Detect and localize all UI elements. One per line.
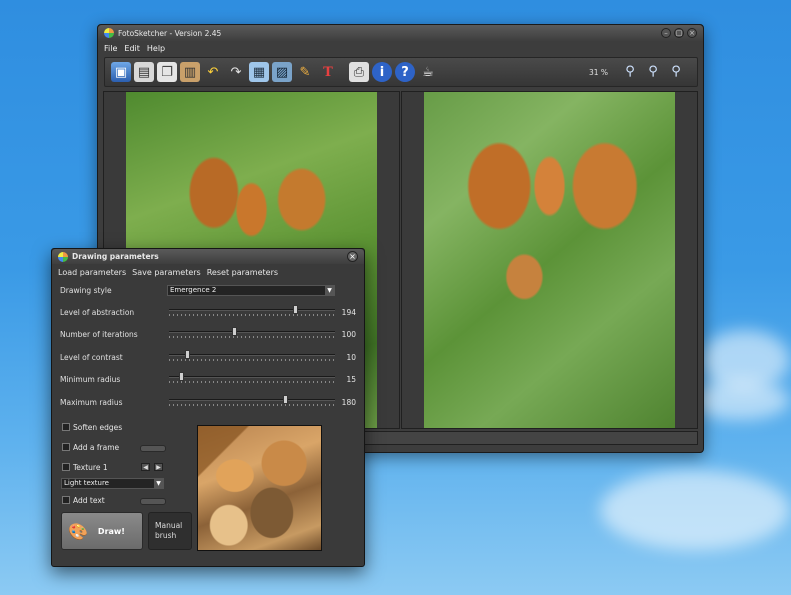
drawing-style-select[interactable]: Emergence 2 ▼ xyxy=(167,285,335,296)
contrast-slider[interactable] xyxy=(169,350,335,362)
texture-checkbox[interactable] xyxy=(62,463,70,471)
drawing-style-value: Emergence 2 xyxy=(170,286,217,294)
dialog-titlebar[interactable]: Drawing parameters × xyxy=(52,249,364,264)
help-icon[interactable]: ? xyxy=(395,62,415,82)
preview-thumbnail xyxy=(197,425,322,551)
drawing-parameters-icon[interactable]: ✎ xyxy=(295,62,315,82)
maximize-button[interactable]: □ xyxy=(674,28,684,38)
slider-label: Minimum radius xyxy=(60,375,121,384)
slider-thumb[interactable] xyxy=(178,372,184,381)
slider-value: 194 xyxy=(341,308,356,317)
toolbar: ▣ ▤ ❐ ▥ ↶ ↷ ▦ ▨ ✎ T ⎙ i ? ☕ 31 % ⚲ ⚲ ⚲ xyxy=(104,57,698,87)
text-options-button[interactable] xyxy=(140,498,166,505)
app-icon xyxy=(104,28,114,38)
coffee-icon[interactable]: ☕ xyxy=(418,62,438,82)
minimize-button[interactable]: – xyxy=(661,28,671,38)
iterations-slider[interactable] xyxy=(169,327,335,339)
background-cloud xyxy=(690,380,790,420)
abstraction-slider[interactable] xyxy=(169,305,335,317)
manual-brush-button[interactable]: Manual brush xyxy=(148,512,192,550)
save-icon[interactable]: ▤ xyxy=(134,62,154,82)
texture-select[interactable]: Light texture ▼ xyxy=(61,478,164,489)
zoom-fit-icon[interactable]: ⚲ xyxy=(643,61,663,81)
drawing-parameters-dialog: Drawing parameters × Load parameters Sav… xyxy=(51,248,365,567)
background-cloud xyxy=(600,470,790,550)
slider-value: 180 xyxy=(341,398,356,407)
info-icon[interactable]: i xyxy=(372,62,392,82)
open-image-icon[interactable]: ▣ xyxy=(111,62,131,82)
result-image-pane[interactable] xyxy=(401,91,698,429)
slider-label: Level of contrast xyxy=(60,353,123,362)
zoom-in-icon[interactable]: ⚲ xyxy=(620,61,640,81)
texture-prev-button[interactable]: ◀ xyxy=(141,463,150,471)
drawing-style-label: Drawing style xyxy=(60,286,112,295)
chevron-down-icon: ▼ xyxy=(154,479,163,488)
texture-next-button[interactable]: ▶ xyxy=(154,463,163,471)
slider-thumb[interactable] xyxy=(293,305,299,314)
soften-edges-label: Soften edges xyxy=(73,423,123,432)
dialog-app-icon xyxy=(58,251,68,262)
resize-icon[interactable]: ▦ xyxy=(249,62,269,82)
menubar: File Edit Help xyxy=(98,41,703,55)
texture-select-value: Light texture xyxy=(64,479,109,487)
slider-label: Level of abstraction xyxy=(60,308,135,317)
load-parameters-menu[interactable]: Load parameters xyxy=(58,268,126,277)
reset-parameters-menu[interactable]: Reset parameters xyxy=(207,268,278,277)
text-icon[interactable]: T xyxy=(318,62,338,82)
zoom-out-icon[interactable]: ⚲ xyxy=(666,61,686,81)
add-frame-checkbox[interactable] xyxy=(62,443,70,451)
dialog-close-button[interactable]: × xyxy=(347,251,358,262)
paste-icon[interactable]: ▥ xyxy=(180,62,200,82)
dialog-title: Drawing parameters xyxy=(72,252,159,261)
slider-label: Maximum radius xyxy=(60,398,123,407)
close-button[interactable]: × xyxy=(687,28,697,38)
draw-button-label: Draw! xyxy=(97,526,125,536)
print-icon[interactable]: ⎙ xyxy=(349,62,369,82)
manual-brush-label-line1: Manual xyxy=(155,521,183,530)
palette-icon: 🎨 xyxy=(68,521,88,541)
menu-edit[interactable]: Edit xyxy=(124,44,140,53)
menu-file[interactable]: File xyxy=(104,44,117,53)
menu-help[interactable]: Help xyxy=(147,44,165,53)
main-titlebar[interactable]: FotoSketcher - Version 2.45 – □ × xyxy=(98,25,703,41)
copy-icon[interactable]: ❐ xyxy=(157,62,177,82)
chevron-down-icon: ▼ xyxy=(325,286,334,295)
result-photo xyxy=(424,92,675,428)
slider-thumb[interactable] xyxy=(231,327,237,336)
dialog-menu: Load parameters Save parameters Reset pa… xyxy=(52,264,364,281)
add-text-label: Add text xyxy=(73,496,105,505)
soften-edges-checkbox[interactable] xyxy=(62,423,70,431)
max-radius-slider[interactable] xyxy=(169,395,335,407)
slider-value: 10 xyxy=(346,353,356,362)
add-frame-label: Add a frame xyxy=(73,443,120,452)
save-parameters-menu[interactable]: Save parameters xyxy=(132,268,201,277)
zoom-controls: ⚲ ⚲ ⚲ xyxy=(620,61,689,81)
add-text-checkbox[interactable] xyxy=(62,496,70,504)
min-radius-slider[interactable] xyxy=(169,372,335,384)
crop-icon[interactable]: ▨ xyxy=(272,62,292,82)
redo-icon[interactable]: ↷ xyxy=(226,62,246,82)
undo-icon[interactable]: ↶ xyxy=(203,62,223,82)
zoom-level: 31 % xyxy=(589,68,609,77)
draw-button[interactable]: 🎨 Draw! xyxy=(61,512,143,550)
slider-label: Number of iterations xyxy=(60,330,138,339)
frame-options-button[interactable] xyxy=(140,445,166,452)
window-title: FotoSketcher - Version 2.45 xyxy=(118,28,222,38)
slider-thumb[interactable] xyxy=(185,350,191,359)
slider-value: 100 xyxy=(341,330,356,339)
texture-label: Texture 1 xyxy=(73,463,108,472)
manual-brush-label-line2: brush xyxy=(155,531,177,540)
slider-thumb[interactable] xyxy=(283,395,289,404)
slider-value: 15 xyxy=(346,375,356,384)
